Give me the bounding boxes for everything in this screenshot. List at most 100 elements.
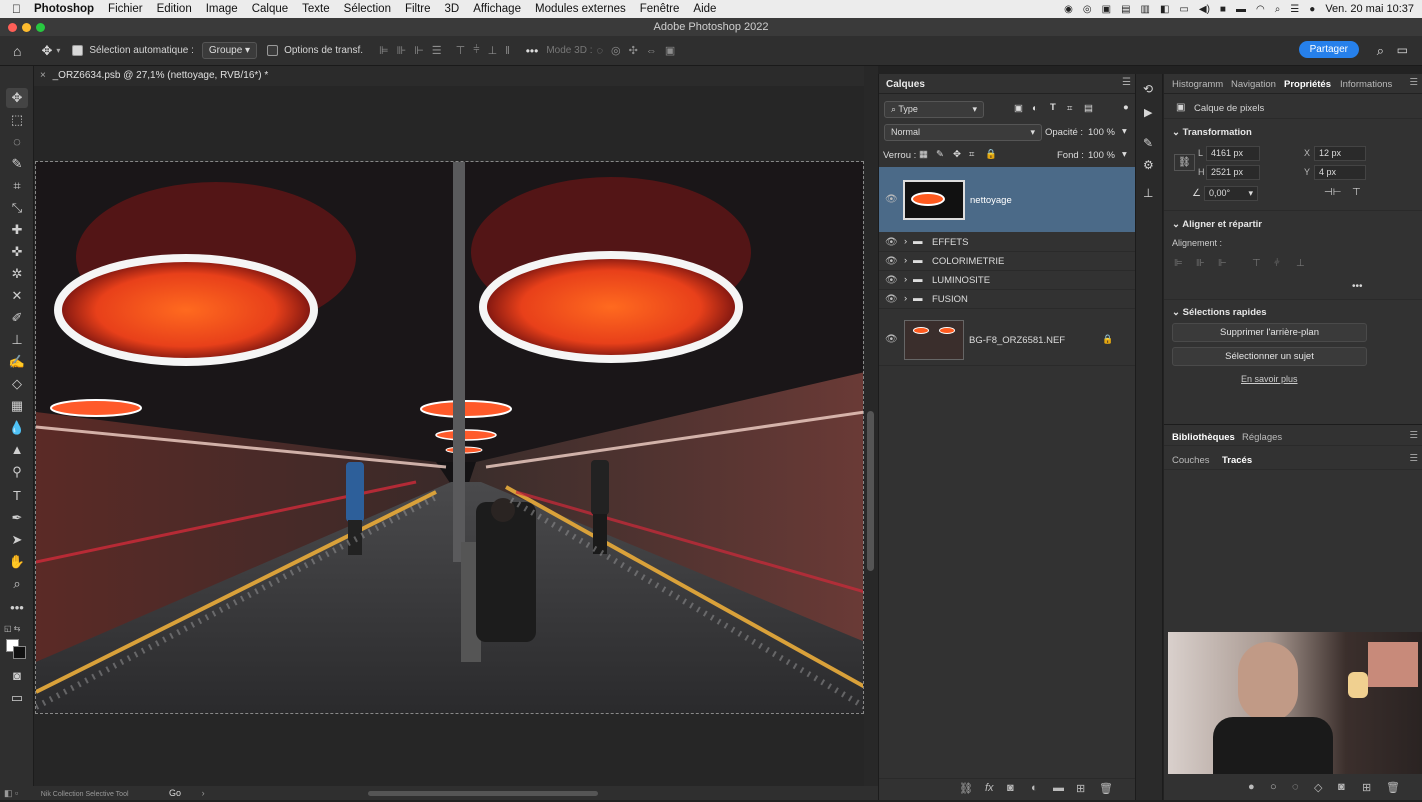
layer-name[interactable]: LUMINOSITE — [932, 275, 990, 286]
layer-row[interactable]: 👁 nettoyage — [879, 167, 1136, 232]
adjustments-icon[interactable]: ⚙ — [1143, 158, 1154, 172]
background-color-swatch[interactable] — [13, 646, 26, 659]
menu-selection[interactable]: Sélection — [337, 3, 398, 15]
align-section-title[interactable]: ⌄ Aligner et répartir — [1172, 219, 1262, 230]
status-icon-2[interactable]: ◎ — [1083, 4, 1092, 15]
menu-texte[interactable]: Texte — [295, 3, 337, 15]
filter-adjust-icon[interactable]: ◐ — [1032, 103, 1038, 114]
wifi-icon[interactable]: ◠ — [1256, 4, 1265, 15]
brush-settings-icon[interactable]: ✎ — [1143, 136, 1153, 150]
zoom-window-button[interactable] — [36, 23, 45, 32]
add-mask-icon[interactable]: ◙ — [1007, 782, 1014, 794]
status-icon-6[interactable]: ◧ — [1160, 4, 1169, 15]
more-align-icon[interactable]: ••• — [1352, 281, 1363, 292]
filter-smart-icon[interactable]: ▤ — [1084, 103, 1093, 114]
visibility-eye-icon[interactable]: 👁 — [885, 237, 898, 248]
clone-source-icon[interactable]: ⊥ — [1143, 186, 1153, 200]
chevron-right-icon[interactable]: › — [904, 274, 907, 285]
crop-tool-icon[interactable]: ⌗ — [6, 176, 28, 196]
screen-mode-icon[interactable]: ▭ — [6, 688, 28, 708]
visibility-eye-icon[interactable]: 👁 — [885, 294, 898, 305]
new-group-icon[interactable]: ▬ — [1053, 782, 1064, 794]
chevron-right-icon[interactable]: › — [904, 236, 907, 247]
roll-3d-icon[interactable]: ◎ — [611, 44, 621, 57]
panel-menu-icon[interactable]: ☰ — [1409, 453, 1418, 464]
volume-icon[interactable]: ◀) — [1199, 4, 1210, 15]
menu-affichage[interactable]: Affichage — [466, 3, 528, 15]
move-tool-icon[interactable]: ✥ — [41, 43, 52, 59]
hand-tool-icon[interactable]: ✋ — [6, 552, 28, 572]
search-icon[interactable]: ⌕ — [1275, 4, 1281, 15]
menu-fichier[interactable]: Fichier — [101, 3, 150, 15]
auto-select-checkbox[interactable] — [72, 45, 84, 56]
tab-navigation[interactable]: Navigation — [1231, 79, 1276, 90]
panel-menu-icon[interactable]: ☰ — [1409, 77, 1418, 88]
horizontal-scrollbar[interactable] — [368, 791, 598, 796]
distribute-v-icon[interactable]: ‖ — [505, 45, 510, 57]
layer-name[interactable]: BG-F8_ORZ6581.NEF — [969, 335, 1065, 346]
opacity-chevron-icon[interactable]: ▾ — [1122, 126, 1127, 137]
opacity-value[interactable]: 100 % — [1088, 127, 1115, 138]
align-vcenter-icon[interactable]: ⫩ — [473, 44, 479, 57]
home-icon[interactable]: ⌂ — [13, 43, 21, 59]
flag-icon[interactable]: ■ — [1220, 4, 1226, 15]
quick-mask-icon[interactable]: ◙ — [6, 666, 28, 686]
blend-mode-dropdown[interactable]: Normal ▾ — [884, 124, 1042, 141]
menu-3d[interactable]: 3D — [438, 3, 467, 15]
fill-path-icon[interactable]: ● — [1248, 781, 1255, 793]
transform-options-checkbox[interactable] — [267, 45, 279, 56]
quick-select-tool-icon[interactable]: ✎ — [6, 154, 28, 174]
layer-name[interactable]: nettoyage — [970, 195, 1012, 206]
select-subject-button[interactable]: Sélectionner un sujet — [1172, 347, 1367, 366]
layer-group-row[interactable]: 👁 › ▬ LUMINOSITE — [879, 271, 1136, 290]
close-window-button[interactable] — [8, 23, 17, 32]
width-field[interactable]: 4161 px — [1206, 146, 1260, 161]
panel-menu-icon[interactable]: ☰ — [1409, 430, 1418, 441]
menu-modules[interactable]: Modules externes — [528, 3, 633, 15]
height-field[interactable]: 2521 px — [1206, 165, 1260, 180]
history-icon[interactable]: ⟲ — [1143, 82, 1153, 96]
align-hcenter-icon[interactable]: ⊪ — [397, 44, 407, 57]
filter-type-icon[interactable]: T — [1050, 102, 1056, 113]
marquee-tool-icon[interactable]: ⬚ — [6, 110, 28, 130]
align-left-icon[interactable]: ⊫ — [379, 44, 389, 57]
zoom-tool-icon[interactable]: ⌕ — [6, 574, 28, 594]
document-canvas[interactable] — [35, 161, 864, 714]
align-top-icon[interactable]: ⊤ — [456, 44, 466, 57]
filter-shape-icon[interactable]: ⌗ — [1067, 103, 1072, 114]
default-colors-icon[interactable]: ◱ ⇆ — [4, 624, 20, 633]
menubar-clock[interactable]: Ven. 20 mai 10:37 — [1325, 3, 1414, 15]
flip-horizontal-icon[interactable]: ⊣⊢ — [1324, 187, 1341, 198]
close-document-icon[interactable]: × — [40, 70, 46, 81]
link-layers-icon[interactable]: ⛓ — [959, 782, 973, 795]
panel-menu-icon[interactable]: ☰ — [1122, 77, 1131, 88]
status-icon-5[interactable]: ▥ — [1141, 4, 1150, 15]
layer-group-row[interactable]: 👁 › ▬ EFFETS — [879, 233, 1136, 252]
learn-more-link[interactable]: En savoir plus — [1241, 374, 1298, 384]
eyedropper-tool-icon[interactable]: ⤡ — [6, 198, 28, 218]
display-icon[interactable]: ▭ — [1179, 4, 1188, 15]
healing-tool-icon[interactable]: ✚ — [6, 220, 28, 240]
align-bottom-icon[interactable]: ⊥ — [1296, 258, 1305, 269]
pan-3d-icon[interactable]: ✣ — [629, 44, 638, 57]
visibility-eye-icon[interactable]: 👁 — [885, 275, 898, 286]
path-select-tool-icon[interactable]: ➤ — [6, 530, 28, 550]
status-icon-1[interactable]: ◉ — [1064, 4, 1073, 15]
gradient-tool-icon[interactable]: ▦ — [6, 396, 28, 416]
auto-select-dropdown[interactable]: Groupe ▾ — [201, 42, 258, 59]
bandage-tool-icon[interactable]: ✜ — [6, 242, 28, 262]
layer-name[interactable]: FUSION — [932, 294, 968, 305]
visibility-eye-icon[interactable]: 👁 — [885, 256, 898, 267]
chevron-down-icon[interactable]: ▾ — [56, 46, 60, 55]
tab-adjustments[interactable]: Réglages — [1242, 432, 1282, 443]
fill-value[interactable]: 100 % — [1088, 150, 1115, 161]
orbit-3d-icon[interactable]: ◌ — [596, 45, 603, 57]
scrollbar-thumb[interactable] — [867, 411, 874, 571]
align-bottom-icon[interactable]: ⊥ — [488, 44, 498, 57]
go-button[interactable]: Go — [169, 788, 181, 798]
slide-3d-icon[interactable]: ⇔ — [646, 45, 657, 57]
more-options-icon[interactable]: ••• — [526, 44, 539, 58]
tab-calques[interactable]: Calques — [886, 79, 925, 90]
load-selection-icon[interactable]: ◌ — [1292, 781, 1299, 793]
new-layer-icon[interactable]: ⊞ — [1076, 782, 1085, 795]
